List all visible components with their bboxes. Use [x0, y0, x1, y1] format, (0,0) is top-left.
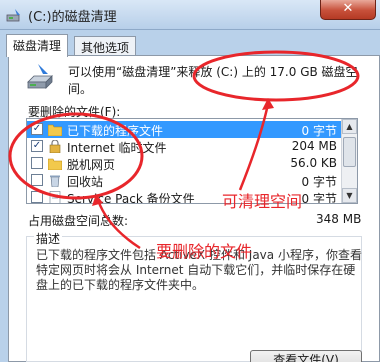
list-item[interactable]: ✓ 已下载的程序文件 0 字节	[27, 121, 341, 138]
checkbox[interactable]: ✓	[31, 140, 43, 152]
list-item[interactable]: 脱机网页 56.0 KB	[27, 155, 341, 172]
document-icon	[49, 191, 61, 203]
checkbox[interactable]	[31, 157, 43, 169]
scroll-thumb[interactable]	[343, 137, 356, 167]
files-listbox[interactable]: ✓ 已下载的程序文件 0 字节 ✓ Internet 临时文件 204 MB 脱…	[26, 118, 358, 204]
file-name: Service Pack 备份文件	[67, 192, 195, 204]
recycle-bin-icon	[50, 175, 60, 187]
list-item[interactable]: 回收站 0 字节	[27, 172, 341, 189]
title-bar: (C:)的磁盘清理 ✕	[0, 0, 380, 30]
file-size: 0 字节	[301, 192, 337, 204]
listbox-scrollbar[interactable]: ▲ ▼	[341, 119, 357, 203]
checkbox[interactable]	[31, 191, 43, 203]
file-size: 0 字节	[301, 175, 337, 189]
folder-icon	[48, 124, 62, 136]
tab-disk-cleanup[interactable]: 磁盘清理	[6, 34, 69, 57]
checkbox[interactable]	[31, 174, 43, 186]
folder-icon	[48, 158, 62, 170]
disk-cleanup-large-icon	[27, 64, 53, 89]
total-space-value: 348 MB	[316, 212, 362, 226]
file-size: 0 字节	[301, 124, 337, 138]
close-button[interactable]: ✕	[320, 0, 376, 20]
file-name: Internet 临时文件	[67, 141, 167, 155]
file-size: 56.0 KB	[290, 156, 337, 170]
description-title: 描述	[34, 230, 63, 247]
intro-text: 可以使用“磁盘清理”来释放 (C:) 上的 17.0 GB 磁盘空间。	[68, 65, 358, 96]
tab-other-options[interactable]: 其他选项	[74, 36, 137, 56]
scroll-up-arrow-icon[interactable]: ▲	[342, 119, 357, 134]
file-name: 已下载的程序文件	[67, 124, 164, 138]
view-files-button[interactable]: 查看文件(V)	[250, 350, 362, 362]
annotation-label-space: 可清理空间	[222, 192, 303, 211]
file-name: 脱机网页	[67, 158, 116, 172]
total-space-label: 占用磁盘空间总数:	[28, 214, 129, 228]
list-item[interactable]: ✓ Internet 临时文件 204 MB	[27, 138, 341, 155]
scroll-down-arrow-icon[interactable]: ▼	[342, 188, 357, 203]
file-name: 回收站	[67, 175, 104, 189]
disk-cleanup-icon	[6, 9, 20, 22]
annotation-label-files: 要删除的文件	[156, 242, 253, 261]
lock-icon	[49, 140, 61, 153]
checkbox[interactable]: ✓	[31, 123, 43, 135]
window-title: (C:)的磁盘清理	[28, 10, 117, 25]
file-size: 204 MB	[291, 139, 337, 153]
